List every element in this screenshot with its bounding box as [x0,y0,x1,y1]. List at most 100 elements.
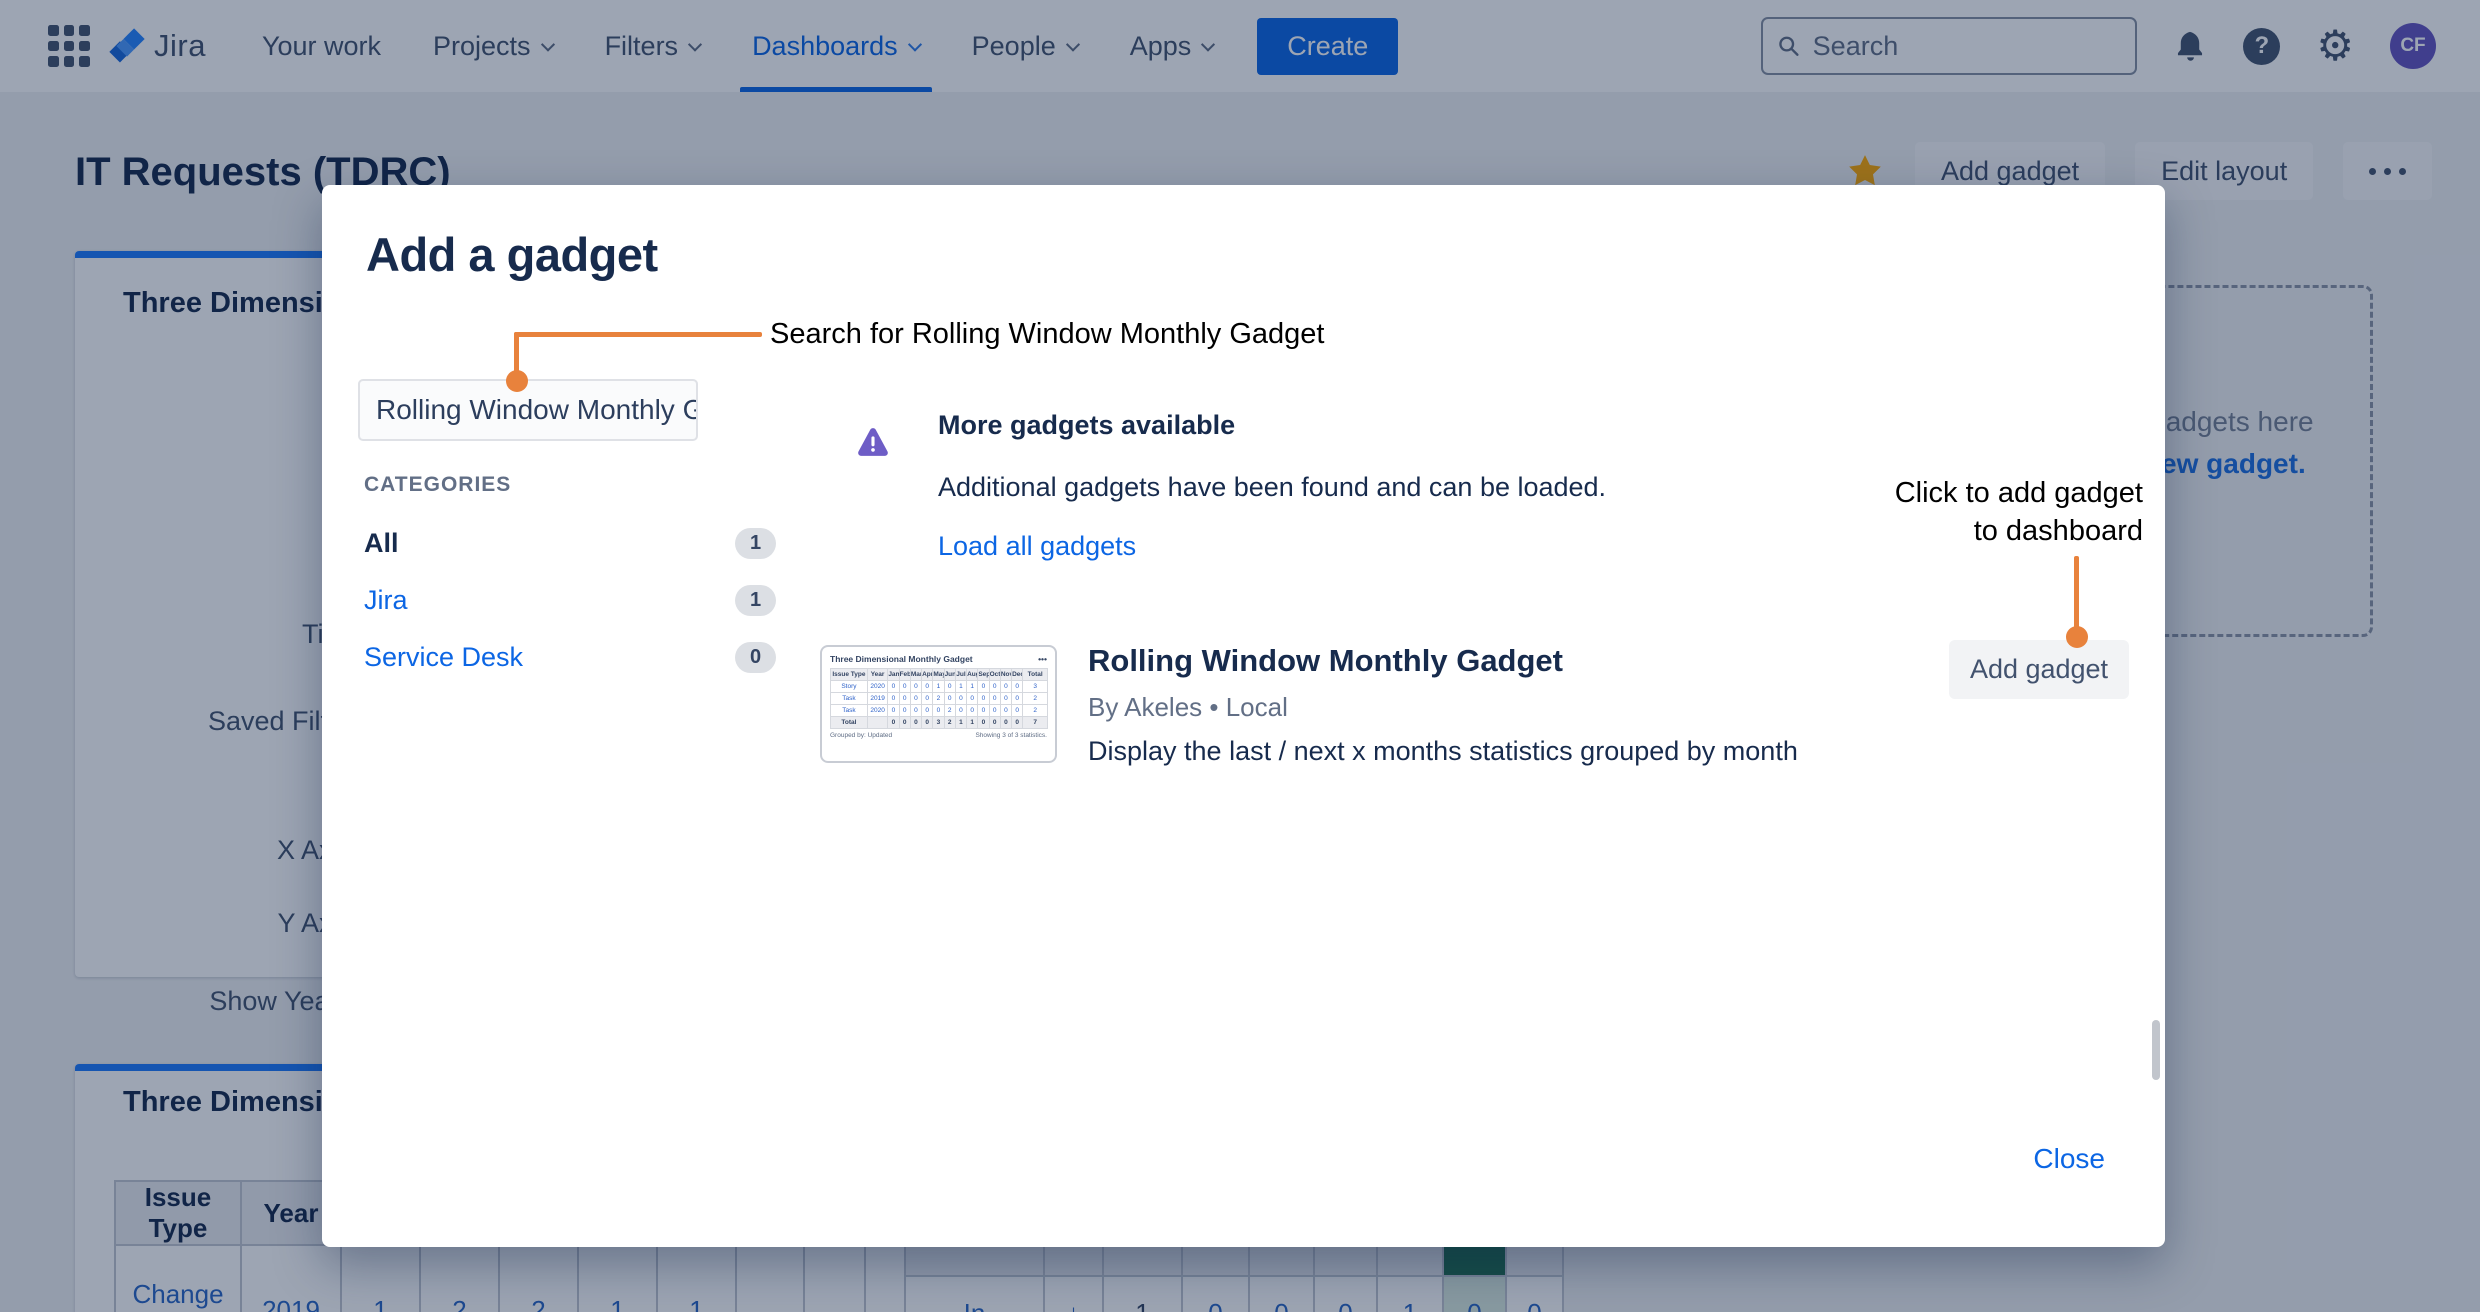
thumbnail-row: Task20190000200000002 [831,693,1048,705]
thumbnail-cell: 2019 [867,693,887,705]
search-annotation-line-h [514,332,762,337]
thumbnail-cell: 0 [910,705,921,717]
thumbnail-cell: 2 [1023,705,1048,717]
thumbnail-header-cell: Dec [1012,669,1023,681]
thumbnail-header-cell: Year [867,669,887,681]
thumbnail-row: Task20200000020000002 [831,705,1048,717]
thumbnail-header-cell: Jun [944,669,955,681]
thumbnail-cell: 0 [944,681,955,693]
modal-add-gadget-button[interactable]: Add gadget [1949,640,2129,699]
thumbnail-cell: 0 [1012,705,1023,717]
thumbnail-footer-left: Grouped by: Updated [830,732,892,739]
thumbnail-cell: 0 [967,693,978,705]
thumbnail-cell: 0 [1012,693,1023,705]
thumbnail-cell: 0 [989,705,1000,717]
thumbnail-cell: 0 [1012,717,1023,729]
thumbnail-cell: 0 [922,693,933,705]
thumbnail-cell: 3 [1023,681,1048,693]
search-annotation-dot [506,370,528,392]
add-annotation-text: Click to add gadget to dashboard [1743,474,2143,550]
modal-scrollbar[interactable] [2152,1020,2160,1080]
category-jira[interactable]: Jira1 [364,572,776,629]
thumbnail-header-cell: Mar [910,669,921,681]
thumbnail-cell: 0 [899,693,910,705]
load-all-gadgets-link[interactable]: Load all gadgets [938,531,1136,562]
thumbnail-menu-icon: ••• [1038,654,1047,664]
notice-title: More gadgets available [938,410,1235,441]
category-label: All [364,528,399,559]
thumbnail-cell: 0 [989,693,1000,705]
thumbnail-cell: 3 [933,717,944,729]
thumbnail-cell: 0 [944,693,955,705]
thumbnail-cell: 0 [888,717,899,729]
thumbnail-cell: 2 [944,705,955,717]
thumbnail-header-cell: Issue Type [831,669,868,681]
thumbnail-cell: 0 [978,681,989,693]
category-label: Service Desk [364,642,523,673]
modal-close-link[interactable]: Close [2033,1143,2105,1175]
notice-body: Additional gadgets have been found and c… [938,472,1606,503]
thumbnail-cell: 1 [955,681,966,693]
thumbnail-cell: 0 [922,705,933,717]
thumbnail-header-cell: Jul [955,669,966,681]
thumbnail-cell: 0 [967,705,978,717]
thumbnail-cell: Total [831,717,868,729]
thumbnail-cell: 2 [1023,693,1048,705]
thumbnail-header-cell: Aug [967,669,978,681]
category-count-badge: 1 [735,528,776,559]
thumbnail-cell: 2020 [867,705,887,717]
gadget-search-input[interactable] [358,379,698,441]
thumbnail-header-cell: Sep [978,669,989,681]
thumbnail-table: Issue TypeYearJanFebMarAprMayJunJulAugSe… [830,668,1048,729]
thumbnail-cell: 1 [967,681,978,693]
category-service-desk[interactable]: Service Desk0 [364,629,776,686]
thumbnail-cell: 0 [899,705,910,717]
thumbnail-cell: 0 [1000,705,1011,717]
thumbnail-cell: 0 [1012,681,1023,693]
thumbnail-header-cell: Apr [922,669,933,681]
gadget-result-title: Rolling Window Monthly Gadget [1088,643,1563,679]
thumbnail-header-cell: Feb [899,669,910,681]
thumbnail-row: Total0000321100007 [831,717,1048,729]
category-all[interactable]: All 1 [364,515,776,572]
search-annotation-text: Search for Rolling Window Monthly Gadget [770,318,1324,351]
thumbnail-cell: 0 [888,681,899,693]
thumbnail-cell: 0 [978,693,989,705]
thumbnail-cell: 0 [933,705,944,717]
thumbnail-cell: 0 [910,681,921,693]
thumbnail-cell: Story [831,681,868,693]
thumbnail-cell: 0 [910,693,921,705]
gadget-thumbnail: Three Dimensional Monthly Gadget ••• Iss… [820,645,1057,763]
add-annotation-line-v [2074,556,2079,636]
search-annotation-line-v [514,332,519,374]
category-label: Jira [364,585,408,616]
thumbnail-cell: 2 [933,693,944,705]
thumbnail-cell: 0 [888,693,899,705]
thumbnail-cell: 0 [922,681,933,693]
add-annotation-line1: Click to add gadget [1743,474,2143,512]
thumbnail-cell: 0 [989,681,1000,693]
thumbnail-title: Three Dimensional Monthly Gadget [830,654,973,664]
thumbnail-cell: 0 [1000,681,1011,693]
thumbnail-cell: 2020 [867,681,887,693]
thumbnail-cell: 0 [922,717,933,729]
thumbnail-cell: 1 [955,717,966,729]
warning-icon [856,425,890,459]
thumbnail-cell: 7 [1023,717,1048,729]
thumbnail-cell: Task [831,693,868,705]
categories-list: All 1 Jira1Service Desk0 [364,515,776,686]
thumbnail-header-cell: Jan [888,669,899,681]
thumbnail-cell: Task [831,705,868,717]
categories-heading: CATEGORIES [364,473,511,497]
thumbnail-cell [867,717,887,729]
thumbnail-header-cell: May [933,669,944,681]
thumbnail-row: Story20200000101100003 [831,681,1048,693]
thumbnail-footer-right: Showing 3 of 3 statistics. [975,732,1047,739]
gadget-result-description: Display the last / next x months statist… [1088,736,1798,767]
thumbnail-header-cell: Oct [989,669,1000,681]
thumbnail-cell: 1 [933,681,944,693]
thumbnail-cell: 0 [989,717,1000,729]
thumbnail-header-row: Issue TypeYearJanFebMarAprMayJunJulAugSe… [831,669,1048,681]
thumbnail-cell: 1 [967,717,978,729]
thumbnail-cell: 0 [888,705,899,717]
